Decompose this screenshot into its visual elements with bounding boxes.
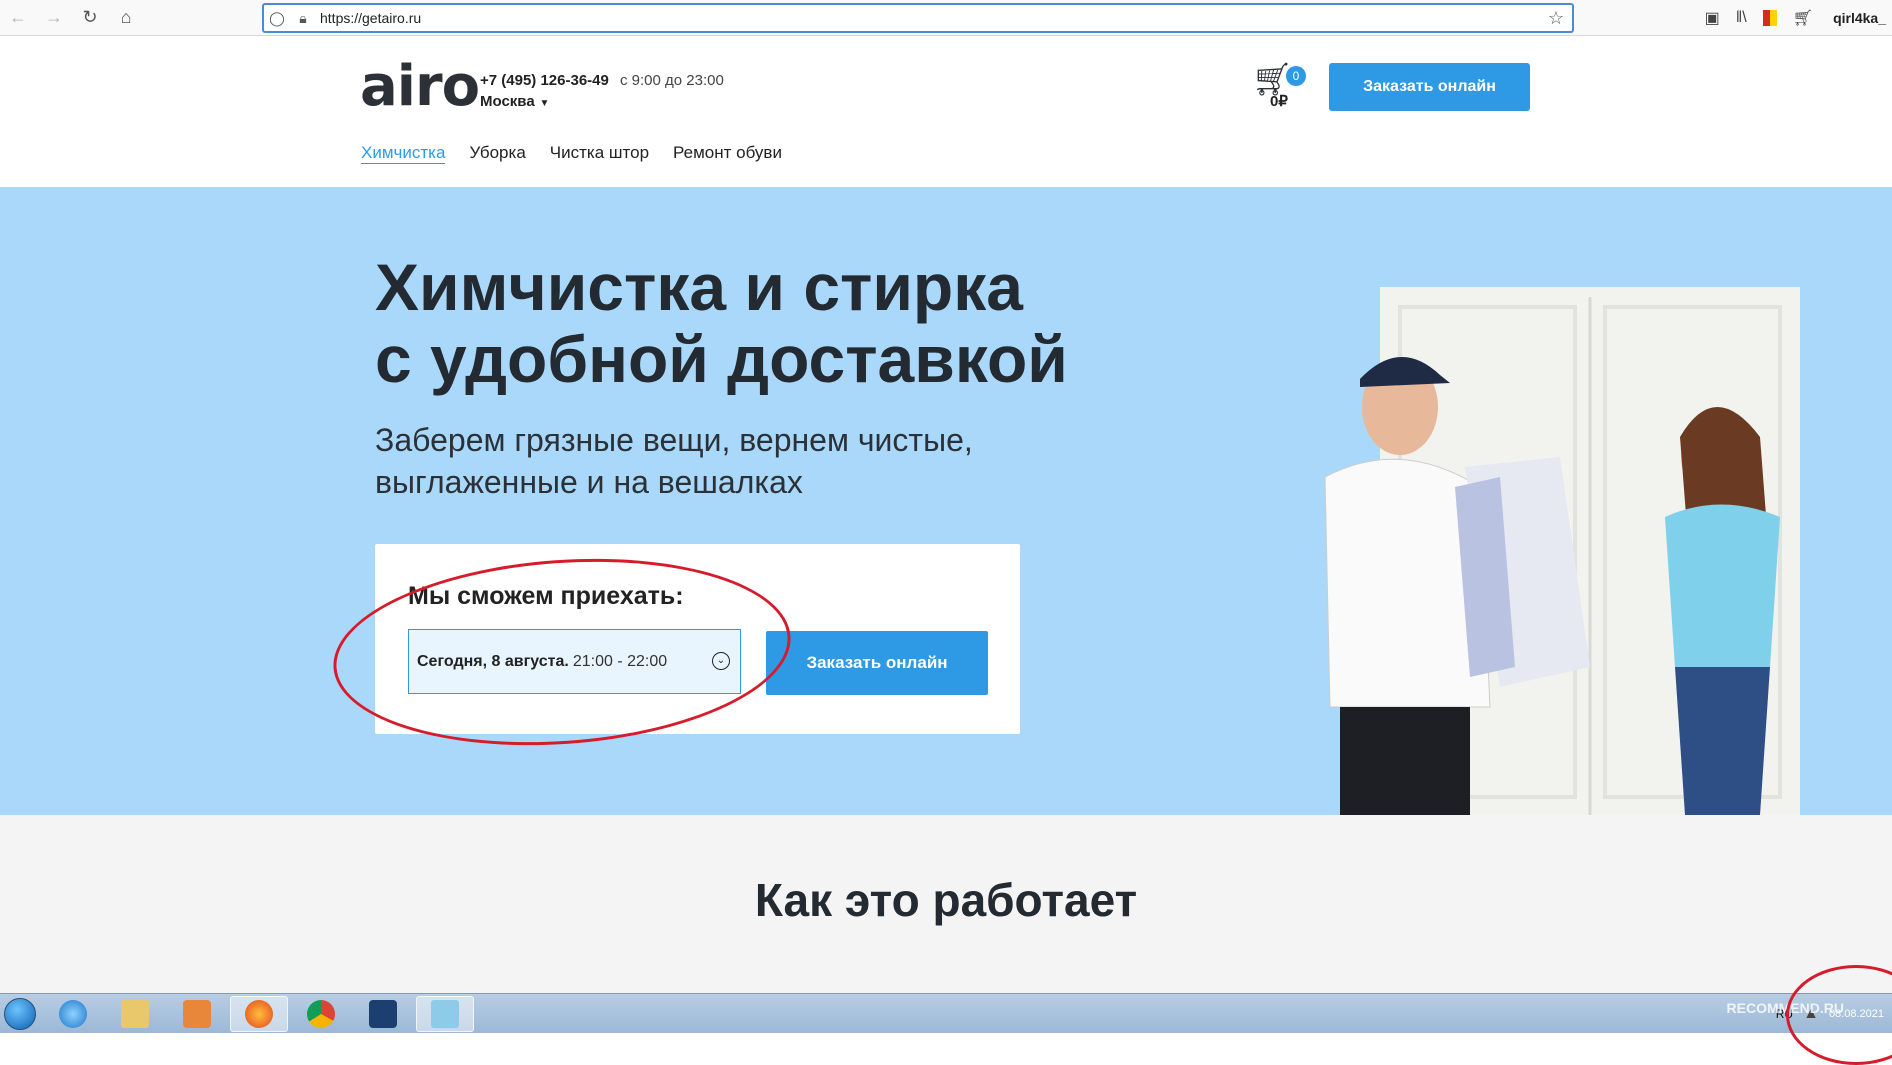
user-name: qirl4ka_ (1833, 10, 1886, 26)
hero-subtitle: Заберем грязные вещи, вернем чистые, выг… (375, 422, 973, 500)
caret-down-icon: ▼ (536, 98, 550, 109)
windows-logo-icon (4, 997, 36, 1030)
shield-icon[interactable]: ◯ (264, 10, 290, 27)
hero-section: Химчистка и стирка с удобной доставкой З… (0, 187, 1892, 815)
windows-taskbar: RU ▲ 08.08.2021 (0, 993, 1892, 1033)
url-text[interactable]: https://getairo.ru (320, 10, 421, 26)
firefox-icon[interactable] (230, 995, 288, 1032)
start-button[interactable] (0, 994, 40, 1034)
browser-toolbar: ← → ↻ ⌂ ◯ 🔒︎ https://getairo.ru ☆ ▣ ‖\ 🛒… (0, 0, 1892, 36)
cart-sum: 0₽ (1270, 93, 1288, 110)
order-online-button-hero[interactable]: Заказать онлайн (766, 631, 988, 695)
toolbar-right: ▣ ‖\ 🛒︎ qirl4ka_ (1705, 0, 1892, 36)
how-it-works-section: Как это работает (0, 815, 1892, 995)
logo[interactable]: airo (360, 54, 480, 119)
notepad-icon[interactable] (416, 995, 474, 1032)
courier-photo (1324, 287, 1800, 815)
home-icon[interactable]: ⌂ (108, 0, 144, 36)
lock-icon[interactable]: 🔒︎ (290, 10, 316, 27)
menu-item-dry-cleaning[interactable]: Химчистка (361, 143, 446, 164)
ie-icon[interactable] (44, 996, 102, 1032)
back-icon[interactable]: ← (0, 0, 36, 36)
cart-count-badge: 0 (1286, 66, 1306, 86)
woman-top (1665, 504, 1780, 667)
section-title: Как это работает (754, 874, 1138, 926)
courier-pants (1340, 707, 1470, 815)
working-hours: с 9:00 до 23:00 (620, 72, 724, 89)
cart-icon[interactable]: 🛒︎ (1793, 8, 1813, 28)
order-online-button[interactable]: Заказать онлайн (1329, 63, 1530, 111)
media-player-icon[interactable] (168, 996, 226, 1032)
site-header: airo +7 (495) 126-36-49 с 9:00 до 23:00 … (0, 36, 1892, 187)
menu-item-shoe-repair[interactable]: Ремонт обуви (673, 143, 782, 164)
menu-item-curtains[interactable]: Чистка штор (550, 143, 649, 164)
city-label: Москва (480, 93, 535, 110)
menu-item-cleaning[interactable]: Уборка (469, 143, 525, 164)
main-menu: Химчистка Уборка Чистка штор Ремонт обув… (361, 143, 782, 164)
woman-jeans (1675, 667, 1770, 815)
shield-app-icon[interactable] (354, 996, 412, 1032)
pocket-icon[interactable]: ▣ (1705, 8, 1720, 28)
library-icon[interactable]: ‖\ (1736, 9, 1747, 27)
address-bar[interactable]: ◯ 🔒︎ https://getairo.ru ☆ (262, 3, 1574, 33)
phone-number[interactable]: +7 (495) 126-36-49 (480, 72, 609, 89)
explorer-icon[interactable] (106, 996, 164, 1032)
reload-icon[interactable]: ↻ (72, 0, 108, 36)
chrome-icon[interactable] (292, 996, 350, 1032)
flag-icon[interactable] (1762, 10, 1777, 26)
bookmark-star-icon[interactable]: ☆ (1548, 8, 1564, 29)
hero-title: Химчистка и стирка с удобной доставкой (375, 250, 1068, 396)
city-selector[interactable]: Москва ▼ (480, 93, 549, 110)
forward-icon[interactable]: → (36, 0, 72, 36)
